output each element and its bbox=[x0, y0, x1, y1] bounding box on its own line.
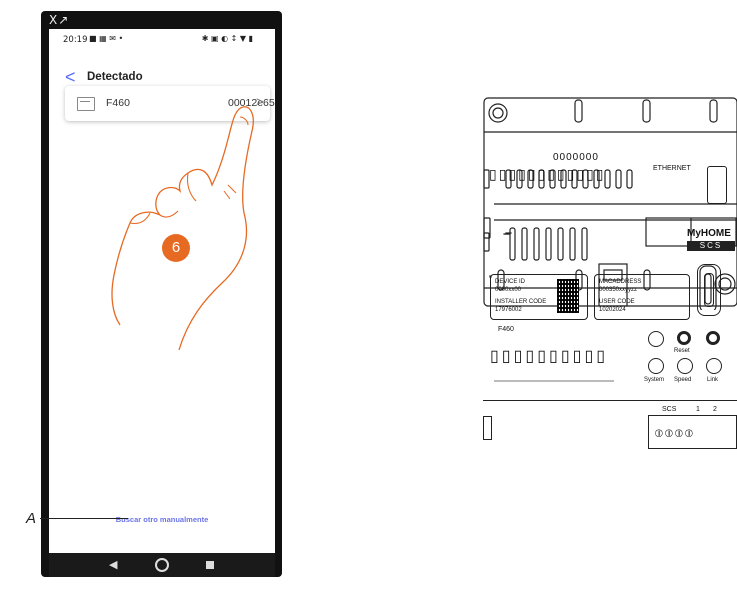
reset-label: Reset bbox=[674, 348, 690, 354]
installer-code-value: 17976002 bbox=[495, 307, 522, 313]
ethernet-label: ETHERNET bbox=[653, 165, 691, 172]
speed-button bbox=[677, 358, 693, 374]
device-id-label: DEVICE ID 0000xx00 INSTALLER CODE 179760… bbox=[490, 274, 588, 320]
terminal-screws: ⦶⦶⦶⦶ bbox=[655, 428, 695, 440]
device-grey-mark bbox=[494, 380, 614, 382]
status-bar: 20:19 ■ ▦ ✉ • ✱ ▣ ◐ ↕ ▼ ▮ bbox=[49, 29, 275, 49]
user-code-value: 10202024 bbox=[599, 307, 626, 313]
mac-address-value: 000350xxyyzz bbox=[599, 287, 638, 293]
hand-pointer-icon bbox=[111, 106, 254, 351]
terminal-2-label: 2 bbox=[713, 406, 717, 413]
system-button bbox=[648, 358, 664, 374]
terminal-block: ⦶⦶⦶⦶ bbox=[648, 415, 737, 449]
installer-code-title: INSTALLER CODE bbox=[495, 299, 547, 305]
speed-label: Speed bbox=[674, 377, 692, 383]
ethernet-port-icon bbox=[697, 264, 721, 316]
user-code-title: USER CODE bbox=[599, 299, 635, 305]
side-slot bbox=[707, 166, 727, 204]
ethernet-port-inner bbox=[704, 273, 714, 307]
status-left-icons: ■ ▦ ✉ • bbox=[89, 34, 124, 43]
status-time: 20:19 bbox=[63, 35, 88, 45]
callout-line bbox=[40, 518, 128, 519]
device-top-vents: ▯▯▯▯▯▯▯▯▯▯▯▯ bbox=[489, 166, 606, 182]
link-button bbox=[706, 358, 722, 374]
nav-back-button[interactable]: ◀ bbox=[109, 558, 117, 571]
device-lower-line bbox=[483, 400, 737, 402]
scs-terminal-label: SCS bbox=[662, 406, 677, 413]
mac-address-title: MACADDRESS bbox=[599, 279, 642, 285]
brand-myhome: MyHOME bbox=[687, 228, 731, 239]
nav-recent-button[interactable] bbox=[206, 561, 214, 569]
model-label: F460 bbox=[498, 326, 514, 333]
step-badge: 6 bbox=[162, 234, 190, 262]
status-right-icons: ✱ ▣ ◐ ↕ ▼ ▮ bbox=[201, 34, 253, 43]
device-icon bbox=[77, 97, 95, 111]
device-lower-vents: ▯▯▯▯▯▯▯▯▯▯ bbox=[490, 348, 609, 365]
brand-scs: SCS bbox=[687, 241, 735, 251]
android-nav-bar: ◀ bbox=[49, 553, 275, 577]
terminal-1-label: 1 bbox=[696, 406, 700, 413]
callout-label: A bbox=[26, 510, 37, 527]
device-id-title: DEVICE ID bbox=[495, 279, 526, 285]
qr-code-icon bbox=[557, 279, 579, 313]
side-tab-lower bbox=[483, 416, 492, 440]
button-blank bbox=[648, 331, 664, 347]
device-id-value: 0000xx00 bbox=[495, 287, 522, 293]
system-label: System bbox=[644, 377, 665, 383]
reset-led bbox=[677, 331, 691, 345]
nav-home-button[interactable] bbox=[155, 558, 169, 572]
device-dots: 0000000 bbox=[553, 152, 599, 163]
page-title: Detectado bbox=[87, 71, 143, 83]
led-indicator bbox=[706, 331, 720, 345]
chevron-left-icon[interactable]: < bbox=[65, 67, 76, 87]
link-label: Link bbox=[707, 377, 719, 383]
manual-search-link[interactable]: Buscar otro manualmente bbox=[49, 515, 275, 524]
phone-top-glyph: X↗ bbox=[49, 13, 70, 27]
mac-address-label: MACADDRESS 000350xxyyzz USER CODE 102020… bbox=[594, 274, 690, 320]
